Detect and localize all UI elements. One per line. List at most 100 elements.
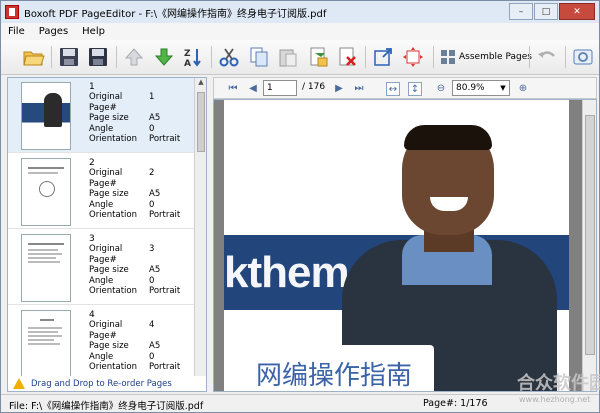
svg-text:Z: Z: [184, 49, 191, 59]
scrollbar-thumb[interactable]: [197, 92, 205, 152]
page-number: 4: [89, 310, 95, 320]
last-page-icon[interactable]: ⏭: [352, 82, 366, 96]
first-page-icon[interactable]: ⏮: [226, 82, 240, 96]
close-button[interactable]: ✕: [559, 3, 595, 20]
zoom-value: 80.9%: [456, 83, 485, 93]
maximize-button[interactable]: □: [534, 3, 558, 20]
reorder-hint: Drag and Drop to Re-order Pages: [7, 376, 207, 392]
rotate-icon[interactable]: [401, 45, 425, 69]
page-list-item[interactable]: 1 Original Page# 1 Page size A5 Angle 0 Ori…: [8, 78, 194, 153]
save-icon[interactable]: [57, 45, 81, 69]
toolbar-separator: [365, 46, 366, 68]
main-toolbar: ZA Assemble Pages: [1, 40, 599, 75]
watermark-logo: 合众软件园 www.hezhong.net: [487, 369, 600, 409]
orientation-label: Orientation: [89, 362, 137, 373]
orientation-value: Portrait: [149, 286, 181, 297]
page-properties: Original Page# 4 Page size A5 Angle 0 Orien…: [89, 320, 180, 373]
orientation-label: Orientation: [89, 210, 137, 221]
delete-icon[interactable]: [335, 45, 359, 69]
zoom-out-icon[interactable]: ⊖: [434, 82, 448, 96]
fit-width-icon[interactable]: ↔: [386, 82, 400, 96]
move-down-icon[interactable]: [152, 45, 176, 69]
minimize-button[interactable]: –: [509, 3, 533, 20]
copy-icon[interactable]: [247, 45, 271, 69]
original-page-value: 4: [149, 320, 155, 330]
orientation-value: Portrait: [149, 134, 181, 145]
assemble-pages-button[interactable]: Assemble Pages: [441, 47, 532, 67]
insert-icon[interactable]: [306, 45, 330, 69]
page-size-label: Page size: [89, 189, 129, 200]
original-page-label: Original Page#: [89, 244, 123, 265]
current-page-input[interactable]: 1: [263, 80, 297, 96]
page-size-value: A5: [149, 113, 161, 124]
total-pages-label: / 176: [302, 82, 326, 92]
page-list-scrollbar[interactable]: ▲ ▼: [194, 78, 206, 391]
previous-page-icon[interactable]: ◀: [246, 82, 260, 96]
zoom-in-icon[interactable]: ⊕: [516, 82, 530, 96]
save-as-icon[interactable]: [86, 45, 110, 69]
extract-icon[interactable]: [371, 45, 395, 69]
page-size-value: A5: [149, 189, 161, 200]
orientation-value: Portrait: [149, 362, 181, 373]
page-thumbnail: [21, 82, 71, 150]
page-number: 2: [89, 158, 95, 168]
page-list-item[interactable]: 3 Original Page# 3 Page size A5 Angle 0 Ori…: [8, 230, 194, 305]
orientation-label: Orientation: [89, 286, 137, 297]
toolbar-separator: [433, 46, 434, 68]
page-properties: Original Page# 3 Page size A5 Angle 0 Orien…: [89, 244, 180, 297]
original-page-label: Original Page#: [89, 320, 123, 341]
next-page-icon[interactable]: ▶: [332, 82, 346, 96]
original-page-label: Original Page#: [89, 168, 123, 189]
page-list-item[interactable]: 2 Original Page# 2 Page size A5 Angle 0 Ori…: [8, 154, 194, 229]
page-size-label: Page size: [89, 113, 129, 124]
viewer-scrollbar[interactable]: [582, 100, 596, 391]
page-size-label: Page size: [89, 265, 129, 276]
menu-file[interactable]: File: [1, 26, 32, 37]
menu-help[interactable]: Help: [75, 26, 112, 37]
app-logo-icon: [5, 5, 19, 19]
fit-height-icon[interactable]: ↕: [408, 82, 422, 96]
page-size-value: A5: [149, 265, 161, 276]
watermark-text: 合众软件园: [517, 373, 600, 394]
undo-icon[interactable]: [535, 45, 559, 69]
scrollbar-thumb[interactable]: [585, 115, 595, 355]
zoom-select[interactable]: 80.9% ▼: [452, 80, 510, 96]
original-page-label: Original Page#: [89, 92, 123, 113]
cut-icon[interactable]: [217, 45, 241, 69]
assemble-icon: [441, 50, 455, 64]
open-icon[interactable]: [21, 45, 45, 69]
angle-label: Angle: [89, 275, 114, 286]
page-size-value: A5: [149, 341, 161, 352]
settings-icon[interactable]: [571, 45, 595, 69]
angle-label: Angle: [89, 123, 114, 134]
title-bar[interactable]: Boxoft PDF PageEditor - F:\《网编操作指南》终身电子订…: [1, 1, 599, 23]
menu-pages[interactable]: Pages: [32, 26, 75, 37]
warning-icon: [13, 378, 25, 389]
menu-bar: File Pages Help: [1, 23, 599, 40]
watermark-url: www.hezhong.net: [519, 395, 591, 404]
chevron-down-icon: ▼: [500, 84, 506, 92]
page-thumbnail: [21, 234, 71, 302]
toolbar-separator: [211, 46, 212, 68]
angle-value: 0: [149, 351, 155, 362]
page-viewer[interactable]: kthemes.co 网编操作指南: [213, 99, 597, 392]
paste-icon[interactable]: [276, 45, 300, 69]
toolbar-separator: [51, 46, 52, 68]
move-up-icon[interactable]: [122, 45, 146, 69]
orientation-value: Portrait: [149, 210, 181, 221]
page-properties: Original Page# 1 Page size A5 Angle 0 Orien…: [89, 92, 180, 145]
page-title-text: 网编操作指南: [256, 361, 413, 391]
scroll-up-icon[interactable]: ▲: [195, 78, 206, 90]
page-list-item[interactable]: 4 Original Page# 4 Page size A5 Angle 0 Ori…: [8, 306, 194, 381]
page-list-panel[interactable]: 1 Original Page# 1 Page size A5 Angle 0 Ori…: [7, 77, 207, 392]
status-file: File: F:\《网编操作指南》终身电子订阅版.pdf: [9, 401, 204, 412]
assemble-pages-label: Assemble Pages: [459, 52, 532, 62]
orientation-label: Orientation: [89, 134, 137, 145]
page-number: 1: [89, 82, 95, 92]
toolbar-separator: [116, 46, 117, 68]
sort-icon[interactable]: ZA: [181, 45, 205, 69]
angle-value: 0: [149, 275, 155, 286]
page-properties: Original Page# 2 Page size A5 Angle 0 Orien…: [89, 168, 180, 221]
status-page: Page#: 1/176: [423, 398, 488, 409]
window-controls: – □ ✕: [508, 3, 595, 20]
